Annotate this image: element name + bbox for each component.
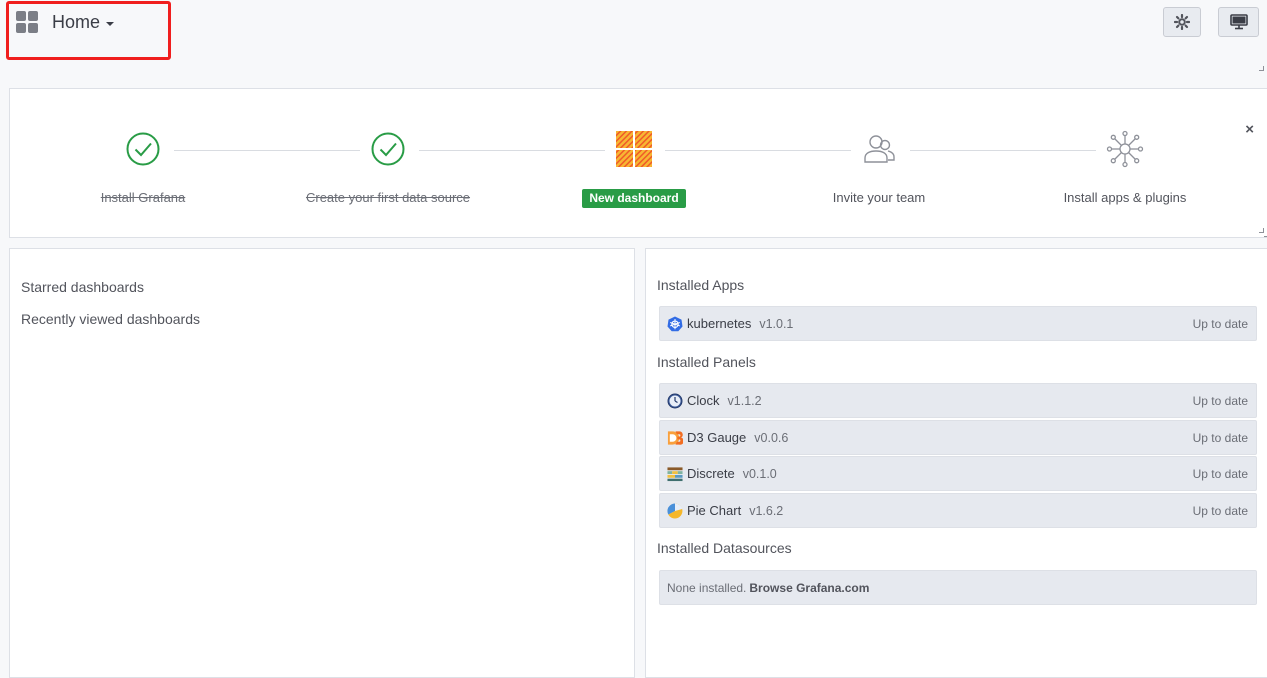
datasources-empty-text: None installed. [667, 580, 747, 595]
plugin-name: Pie Chart [687, 503, 742, 518]
plugin-network-icon [1106, 130, 1144, 168]
d3-icon [667, 430, 683, 446]
plugin-name: kubernetes [687, 316, 752, 331]
discrete-icon [667, 466, 683, 482]
apps-grid-icon [16, 11, 38, 33]
plugin-name: D3 Gauge [687, 430, 747, 445]
navbar: Home [0, 0, 1267, 72]
settings-button[interactable] [1163, 7, 1201, 37]
installed-datasources-heading: Installed Datasources [657, 540, 792, 556]
close-icon[interactable]: × [1245, 121, 1254, 138]
plugin-name: Clock [687, 393, 720, 408]
recent-dashboards-heading: Recently viewed dashboards [21, 311, 200, 327]
plugin-status: Up to date [1192, 393, 1248, 408]
plugin-item-d3-gauge[interactable]: D3 Gauge v0.0.6 Up to date [659, 420, 1257, 455]
plugin-name: Discrete [687, 466, 735, 481]
dashboard-picker[interactable]: Home [16, 10, 115, 34]
getting-started-panel: Install Grafana Create your first data s… [9, 88, 1267, 238]
datasources-empty-row: None installed. Browse Grafana.com [659, 570, 1257, 605]
clock-icon [667, 393, 683, 409]
dashboard-list-panel: Starred dashboards Recently viewed dashb… [9, 248, 635, 678]
plugin-version: v1.6.2 [749, 503, 784, 518]
plugin-status: Up to date [1192, 430, 1248, 445]
check-circle-icon [126, 132, 160, 166]
plugin-version: v0.0.6 [754, 430, 789, 445]
browse-grafana-link[interactable]: Browse Grafana.com [749, 581, 869, 595]
check-circle-icon [371, 132, 405, 166]
plugin-status: Up to date [1192, 503, 1248, 518]
plugin-version: v0.1.0 [742, 466, 777, 481]
new-dashboard-button[interactable]: New dashboard [582, 189, 686, 208]
plugin-status: Up to date [1192, 466, 1248, 481]
installed-apps-heading: Installed Apps [657, 277, 745, 293]
step-label[interactable]: Install Grafana [33, 188, 253, 208]
step-install-plugins: Install apps & plugins [1015, 127, 1235, 208]
plugin-version: v1.0.1 [759, 316, 794, 331]
starred-dashboards-heading: Starred dashboards [21, 279, 144, 295]
plugin-item-pie-chart[interactable]: Pie Chart v1.6.2 Up to date [659, 493, 1257, 528]
dashboard-grid-icon [616, 131, 652, 167]
step-label[interactable]: Create your first data source [278, 188, 498, 208]
tv-mode-button[interactable] [1218, 7, 1259, 37]
monitor-icon [1229, 14, 1248, 30]
dashboard-title: Home [52, 11, 101, 32]
pie-chart-icon [667, 502, 683, 519]
step-invite-team: Invite your team [769, 127, 989, 208]
caret-down-icon [106, 21, 115, 26]
kubernetes-icon [667, 316, 683, 332]
plugin-item-kubernetes[interactable]: kubernetes v1.0.1 Up to date [659, 306, 1257, 341]
step-label[interactable]: Install apps & plugins [1015, 188, 1235, 208]
resize-handle[interactable] [1259, 66, 1264, 71]
gear-icon [1174, 14, 1190, 30]
installed-panels-heading: Installed Panels [657, 354, 756, 370]
plugin-version: v1.1.2 [727, 393, 762, 408]
users-icon [864, 135, 895, 163]
plugin-status: Up to date [1192, 316, 1248, 331]
step-new-dashboard: New dashboard [524, 127, 744, 208]
step-install-grafana: Install Grafana [33, 127, 253, 208]
plugin-item-discrete[interactable]: Discrete v0.1.0 Up to date [659, 456, 1257, 491]
plugin-item-clock[interactable]: Clock v1.1.2 Up to date [659, 383, 1257, 418]
step-create-data-source: Create your first data source [278, 127, 498, 208]
plugin-list-panel: Installed Apps kubernetes v1.0.1 Up to d… [645, 236, 1267, 678]
step-label[interactable]: Invite your team [769, 188, 989, 208]
